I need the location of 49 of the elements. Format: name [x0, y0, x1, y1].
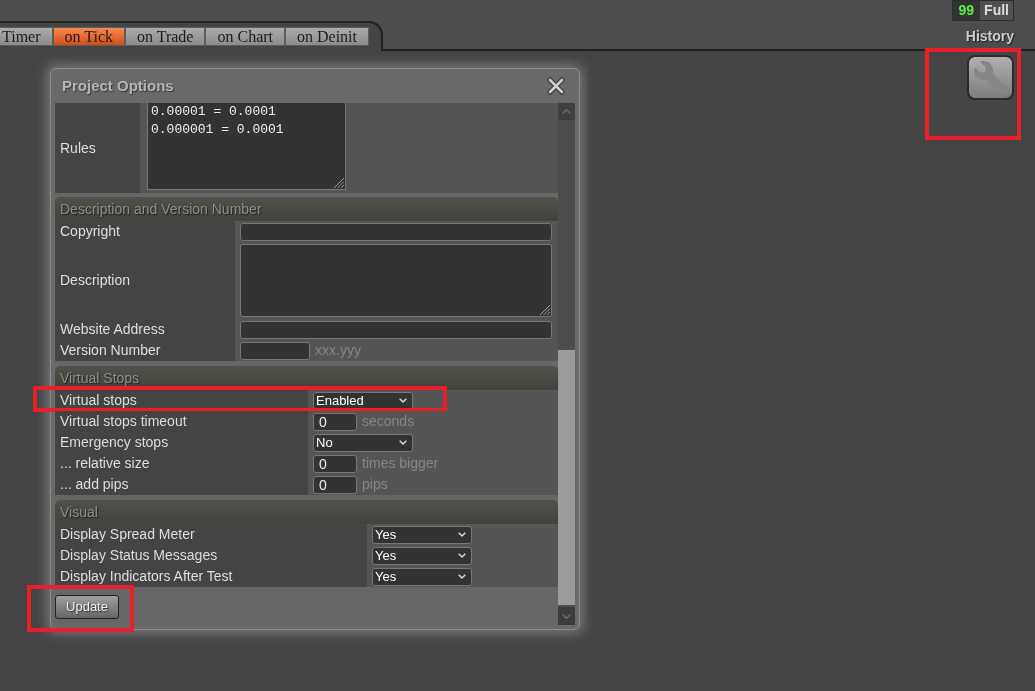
field-label: Emergency stops: [55, 432, 308, 453]
resize-grip-icon[interactable]: [540, 305, 550, 315]
chevron-down-icon: [458, 532, 466, 537]
tab[interactable]: on Deinit: [285, 27, 369, 46]
text-field[interactable]: [240, 222, 552, 241]
history-count: 99: [952, 1, 981, 20]
field-label: Version Number: [55, 340, 235, 361]
dropdown[interactable]: Enabled: [313, 391, 413, 410]
history-link[interactable]: History: [965, 26, 1014, 47]
rules-textarea[interactable]: 0.00001 = 0.0001 0.000001 = 0.0001: [147, 103, 346, 190]
number-field[interactable]: 0: [313, 475, 357, 494]
dropdown[interactable]: No: [313, 433, 413, 452]
dropdown[interactable]: Yes: [372, 525, 472, 544]
field-label: Display Status Messages: [55, 545, 367, 566]
tab[interactable]: on Tick: [52, 27, 125, 46]
chevron-down-icon: [458, 574, 466, 579]
tab[interactable]: on Trade: [125, 27, 206, 46]
chevron-down-icon: [458, 553, 466, 558]
field-label: Website Address: [55, 319, 235, 340]
field-label: Display Indicators After Test: [55, 566, 367, 587]
dialog-title: Project Options: [62, 75, 174, 96]
chevron-down-icon: [399, 440, 407, 445]
tab[interactable]: on Chart: [205, 27, 285, 46]
number-field[interactable]: 0: [313, 412, 357, 431]
chevron-up-icon: [562, 109, 571, 114]
text-field[interactable]: [240, 341, 310, 360]
textarea-field[interactable]: [240, 244, 552, 317]
dropdown[interactable]: Yes: [372, 567, 472, 586]
close-icon[interactable]: [547, 77, 565, 95]
settings-button[interactable]: [967, 55, 1014, 100]
scroll-up-button[interactable]: [558, 103, 575, 120]
field-label: Description: [55, 242, 235, 319]
chevron-down-icon: [562, 613, 571, 619]
field-label: ... relative size: [55, 453, 308, 474]
field-label: Display Spread Meter: [55, 524, 367, 545]
section-header: Description and Version Number: [55, 197, 558, 221]
tab[interactable]: Timer: [0, 27, 53, 46]
dropdown[interactable]: Yes: [372, 546, 472, 565]
section-header: Visual: [55, 500, 558, 524]
field-label: Copyright: [55, 221, 235, 242]
number-field[interactable]: 0: [313, 454, 357, 473]
field-label: Virtual stops timeout: [55, 411, 308, 432]
field-label: Rules: [55, 103, 140, 193]
chevron-down-icon: [399, 398, 407, 403]
field-label: ... add pips: [55, 474, 308, 495]
text-field[interactable]: [240, 320, 552, 339]
scroll-down-button[interactable]: [558, 607, 575, 625]
scrollbar-thumb[interactable]: [558, 350, 575, 605]
resize-grip-icon[interactable]: [334, 178, 344, 188]
